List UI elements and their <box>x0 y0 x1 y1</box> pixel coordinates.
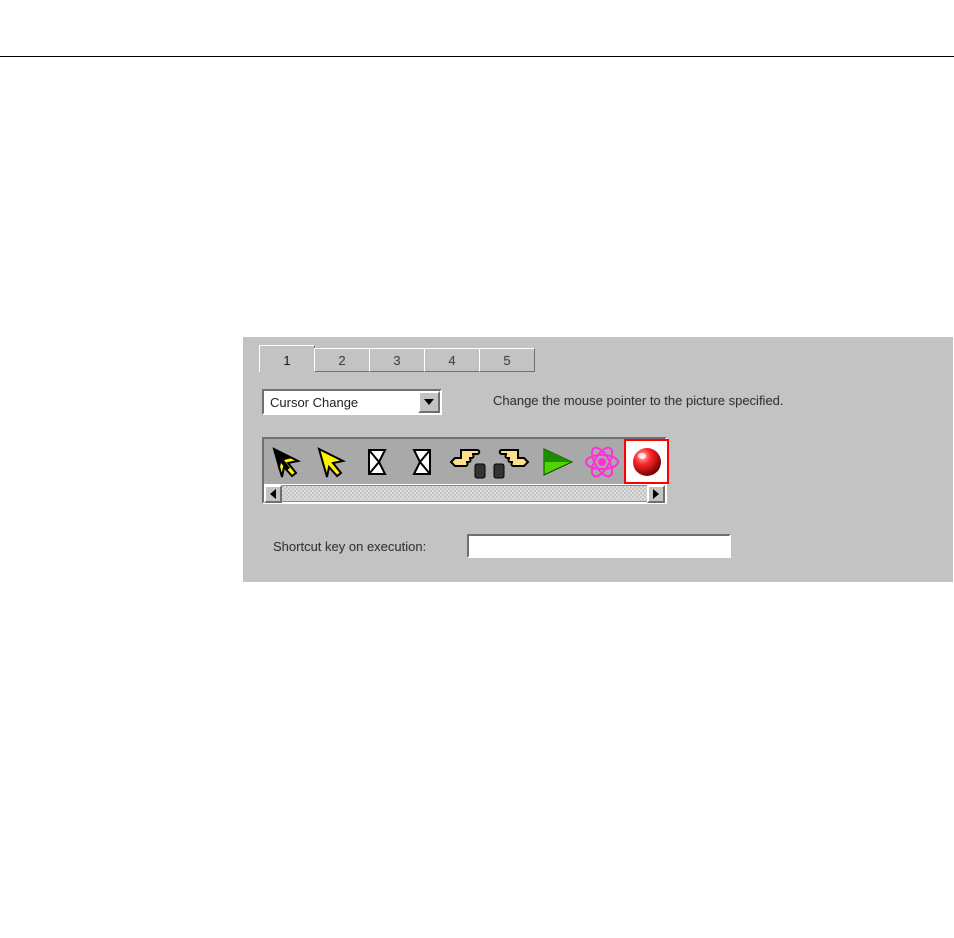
tab-label: 2 <box>338 353 345 368</box>
palette-scrollbar[interactable] <box>264 484 665 502</box>
tab-strip: 1 2 3 4 5 <box>259 348 535 372</box>
cursor-page-curl-right[interactable] <box>399 439 444 484</box>
scroll-right-button[interactable] <box>647 485 665 503</box>
tab-label: 5 <box>503 353 510 368</box>
arrow-nw-black-icon <box>268 443 306 481</box>
shortcut-label: Shortcut key on execution: <box>273 539 426 554</box>
action-description: Change the mouse pointer to the picture … <box>493 393 784 408</box>
action-select[interactable]: Cursor Change <box>262 389 442 415</box>
page-divider <box>0 56 954 57</box>
chevron-right-icon <box>653 489 659 499</box>
cursor-hand-point-right[interactable] <box>489 439 534 484</box>
cursor-palette <box>262 437 667 504</box>
tab-5[interactable]: 5 <box>479 348 535 372</box>
scroll-left-button[interactable] <box>264 485 282 503</box>
atom-pink-icon <box>582 442 622 482</box>
tab-label: 1 <box>283 353 290 368</box>
page-curl-left-icon <box>359 444 395 480</box>
shortcut-input[interactable] <box>467 534 731 558</box>
tab-4[interactable]: 4 <box>424 348 480 372</box>
cursor-arrow-nw-black[interactable] <box>264 439 309 484</box>
ball-red-icon <box>629 444 665 480</box>
cursor-hand-point-left[interactable] <box>444 439 489 484</box>
hand-point-left-icon <box>447 442 487 482</box>
play-green-icon <box>538 443 576 481</box>
cursor-ball-red[interactable] <box>624 439 669 484</box>
chevron-left-icon <box>270 489 276 499</box>
cursor-items <box>264 439 669 484</box>
tab-2[interactable]: 2 <box>314 348 370 372</box>
cursor-arrow-nw-yellow[interactable] <box>309 439 354 484</box>
arrow-nw-yellow-icon <box>313 443 351 481</box>
chevron-down-icon <box>424 399 434 405</box>
tab-3[interactable]: 3 <box>369 348 425 372</box>
cursor-page-curl-left[interactable] <box>354 439 399 484</box>
cursor-atom-pink[interactable] <box>579 439 624 484</box>
tab-label: 3 <box>393 353 400 368</box>
cursor-play-green[interactable] <box>534 439 579 484</box>
page-curl-right-icon <box>404 444 440 480</box>
hand-point-right-icon <box>492 442 532 482</box>
scroll-track[interactable] <box>282 485 647 502</box>
action-select-value: Cursor Change <box>270 395 358 410</box>
properties-panel: 1 2 3 4 5 Cursor Change Change the mouse… <box>241 335 953 582</box>
action-select-button[interactable] <box>418 391 440 413</box>
tab-1[interactable]: 1 <box>259 345 315 372</box>
tab-label: 4 <box>448 353 455 368</box>
